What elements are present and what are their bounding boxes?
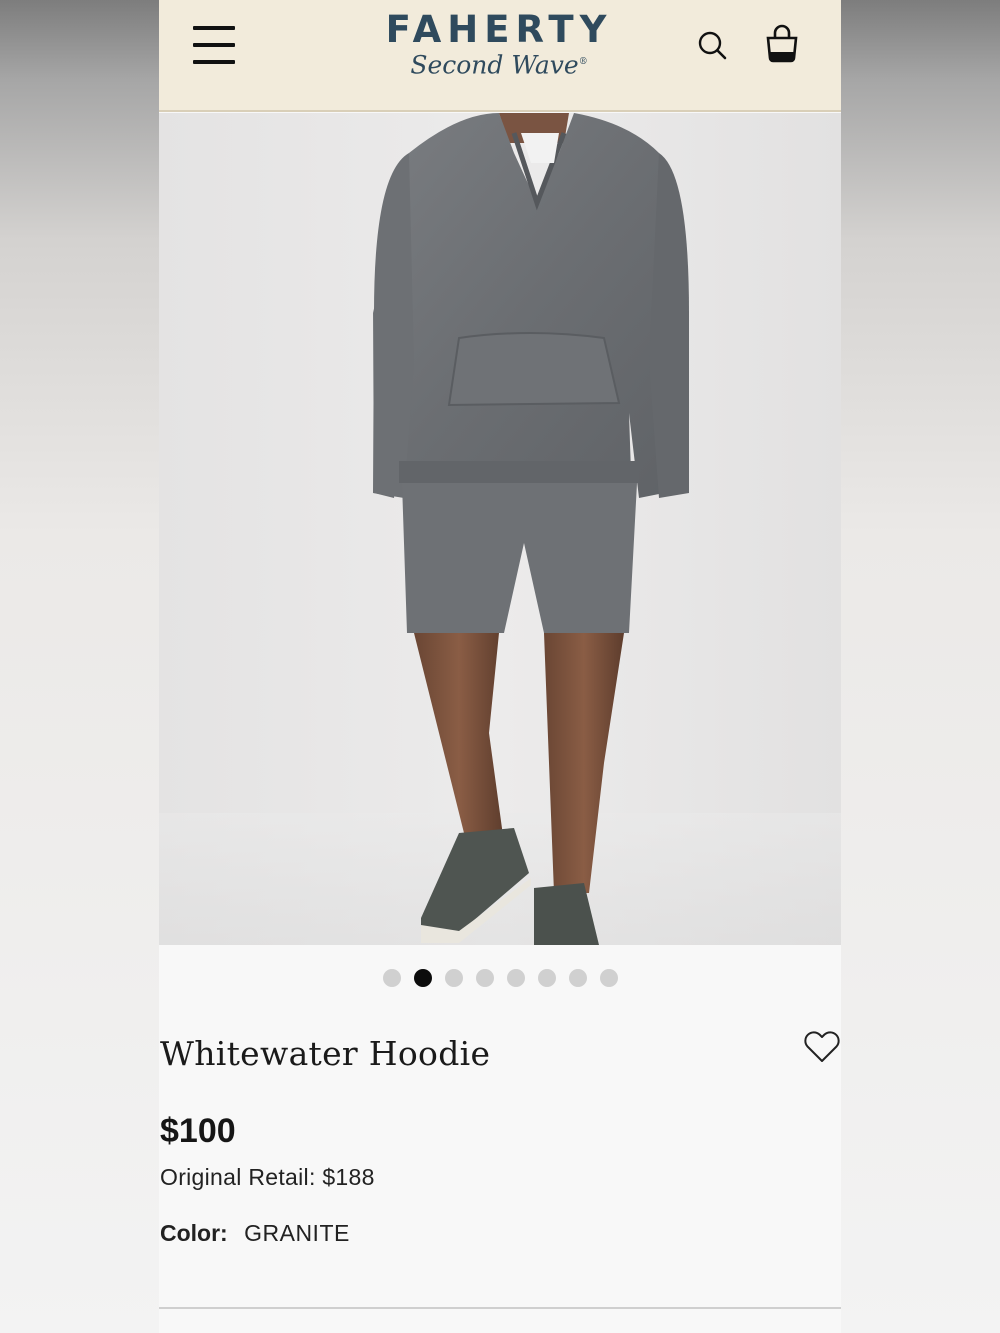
product-image[interactable] — [159, 113, 841, 945]
color-label: Color: — [160, 1220, 228, 1246]
carousel-dot[interactable] — [475, 969, 494, 987]
product-page: FAHERTY Second Wave® Whitewater Hoodie $… — [159, 0, 841, 1333]
background-right — [841, 0, 1000, 1333]
product-price: $100 — [160, 1112, 236, 1150]
original-retail: Original Retail: $188 — [160, 1164, 375, 1191]
color-value: GRANITE — [244, 1220, 350, 1246]
carousel-dot[interactable] — [537, 969, 556, 987]
carousel-dot[interactable] — [382, 969, 401, 987]
shopping-bag-icon[interactable] — [765, 24, 799, 64]
divider — [159, 1307, 841, 1309]
heart-icon[interactable] — [803, 1030, 841, 1066]
carousel-dot[interactable] — [444, 969, 463, 987]
carousel-dot-active[interactable] — [413, 969, 432, 987]
carousel-dot[interactable] — [599, 969, 618, 987]
background-left — [0, 0, 159, 1333]
original-retail-value: $188 — [322, 1164, 375, 1190]
brand-logo[interactable]: FAHERTY Second Wave® — [379, 10, 619, 80]
color-selection: Color: GRANITE — [160, 1220, 350, 1247]
menu-icon[interactable] — [193, 26, 235, 64]
carousel-dot[interactable] — [568, 969, 587, 987]
image-carousel-dots — [159, 969, 841, 989]
original-retail-label: Original Retail: — [160, 1164, 316, 1190]
carousel-dot[interactable] — [506, 969, 525, 987]
search-icon[interactable] — [697, 30, 729, 62]
product-title: Whitewater Hoodie — [160, 1034, 491, 1073]
site-header: FAHERTY Second Wave® — [159, 0, 841, 112]
brand-subname: Second Wave® — [410, 50, 588, 80]
brand-name: FAHERTY — [385, 8, 613, 51]
